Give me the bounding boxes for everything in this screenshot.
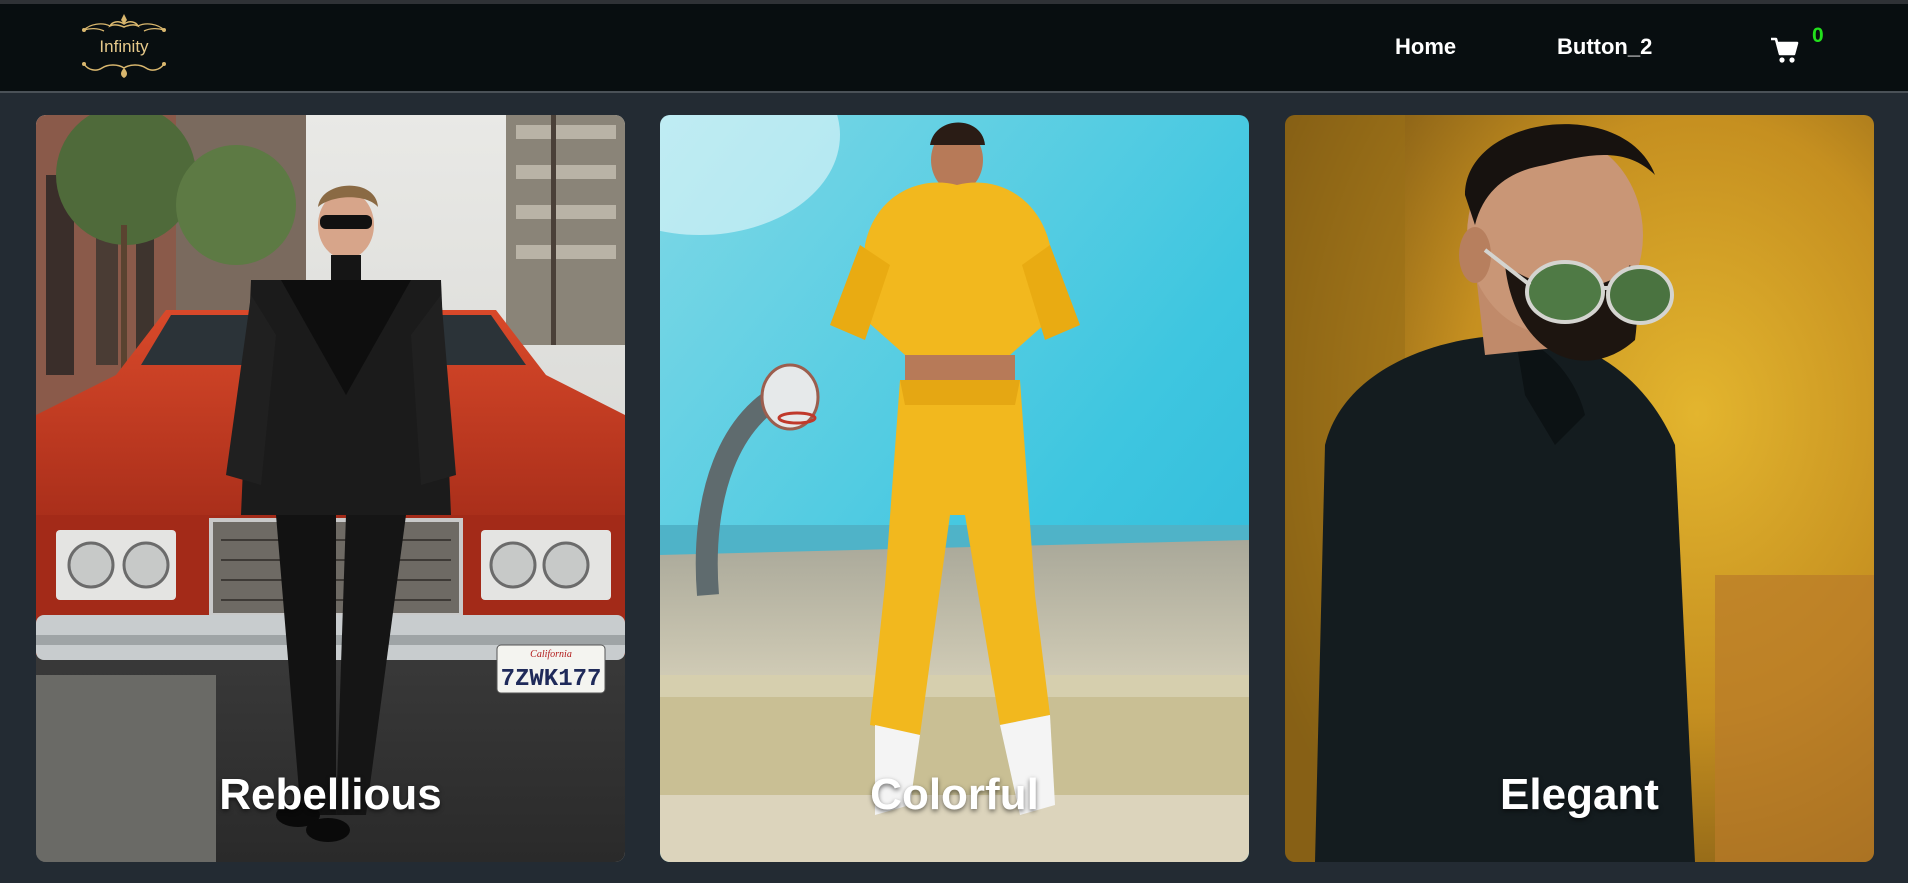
card-label-colorful: Colorful bbox=[870, 770, 1039, 819]
page-bottom bbox=[0, 862, 1908, 883]
rebellious-photo: California 7ZWK177 bbox=[36, 115, 625, 862]
plate-state: California bbox=[530, 649, 572, 660]
colorful-photo bbox=[660, 115, 1249, 862]
nav-home-button[interactable]: Home bbox=[1395, 34, 1456, 60]
category-card-colorful[interactable]: Colorful bbox=[660, 115, 1249, 862]
category-card-elegant[interactable]: Elegant bbox=[1285, 115, 1874, 862]
cart-count-badge: 0 bbox=[1812, 24, 1824, 47]
card-label-elegant: Elegant bbox=[1500, 770, 1659, 819]
elegant-photo bbox=[1285, 115, 1874, 862]
logo-text: Infinity bbox=[99, 37, 149, 56]
plate-number: 7ZWK177 bbox=[501, 666, 602, 693]
nav-button-2[interactable]: Button_2 bbox=[1557, 34, 1652, 60]
category-card-rebellious[interactable]: California 7ZWK177 Rebellious bbox=[36, 115, 625, 862]
logo[interactable]: Infinity bbox=[74, 10, 174, 82]
cart-icon[interactable] bbox=[1770, 36, 1800, 64]
card-label-rebellious: Rebellious bbox=[219, 770, 442, 819]
navbar: Infinity Home Button_2 0 bbox=[0, 4, 1908, 93]
